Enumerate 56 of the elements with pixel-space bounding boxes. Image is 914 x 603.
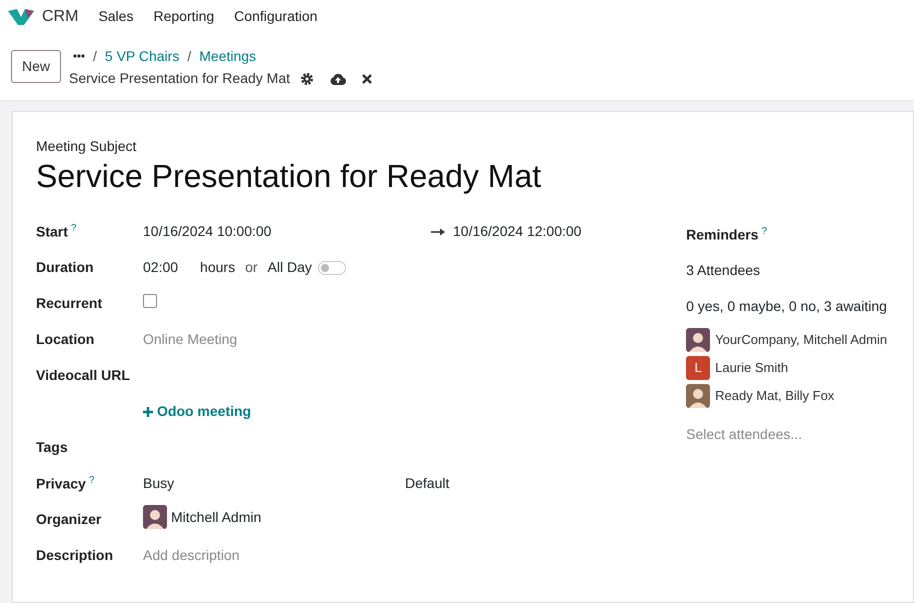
field-label: Location	[36, 331, 94, 347]
text-field[interactable]: Add description	[143, 547, 240, 563]
all-day-toggle[interactable]	[318, 260, 346, 274]
duration-field[interactable]: 02:00	[143, 257, 178, 278]
close-icon[interactable]	[362, 74, 372, 84]
attendee-field[interactable]: Select attendees...	[686, 426, 802, 442]
breadcrumb-separator: /	[187, 46, 192, 66]
field-label: Reminders	[686, 226, 758, 243]
app-name: CRM	[42, 6, 78, 26]
breadcrumb-link[interactable]: 5 VP Chairs	[104, 46, 180, 66]
attendee-name[interactable]: YourCompany, Mitchell Admin	[715, 330, 888, 350]
avatar-icon: L	[686, 356, 710, 380]
avatar-icon	[143, 505, 167, 529]
field-label: Meeting Subject	[36, 137, 138, 156]
record-title: Service Presentation for Ready Mat	[69, 69, 290, 88]
field-label: Tags	[36, 439, 68, 455]
attendance-summary: 0 yes, 0 maybe, 0 no, 3 awaiting	[686, 298, 887, 314]
field-label: Organizer	[36, 511, 102, 527]
ellipsis-icon[interactable]	[73, 54, 85, 58]
field-label: Duration	[36, 259, 94, 275]
attendee-name[interactable]: Laurie Smith	[715, 358, 788, 378]
recurrent-checkbox[interactable]	[143, 294, 157, 308]
arrow-right-icon	[431, 228, 445, 236]
avatar-icon	[686, 328, 710, 352]
menu-item[interactable]: Sales	[98, 6, 134, 27]
field-label: Privacy	[36, 476, 86, 492]
text-field[interactable]: Online Meeting	[143, 331, 238, 347]
add-meeting-link[interactable]: Odoo meeting	[143, 403, 252, 419]
subject-title: Service Presentation for Ready Mat	[36, 157, 542, 195]
privacy-field[interactable]: Busy	[143, 475, 174, 491]
toggle-label: All Day	[268, 258, 312, 277]
attendee-name[interactable]: Ready Mat, Billy Fox	[715, 386, 834, 406]
help-tooltip[interactable]: ?	[70, 223, 76, 234]
app-logo-icon[interactable]	[8, 8, 34, 24]
attendee-count: 3 Attendees	[686, 262, 760, 278]
avatar-icon	[686, 384, 710, 408]
unit-text: hours	[200, 258, 236, 277]
menu-item[interactable]: Reporting	[153, 6, 214, 27]
new-button[interactable]: New	[11, 50, 61, 83]
settings-icon[interactable]	[300, 72, 314, 86]
help-tooltip[interactable]: ?	[761, 226, 768, 237]
breadcrumb-link[interactable]: Meetings	[199, 46, 256, 66]
organizer-field[interactable]: Mitchell Admin	[171, 506, 262, 528]
field-label: Recurrent	[36, 295, 102, 311]
cloud-upload-icon[interactable]	[330, 72, 346, 84]
joiner-text: or	[245, 258, 258, 277]
start-date-field[interactable]: 10/16/2024 10:00:00	[143, 223, 272, 239]
help-tooltip[interactable]: ?	[88, 475, 94, 486]
breadcrumb-separator: /	[93, 46, 97, 66]
field-label: Videocall URL	[36, 367, 130, 383]
menu-item[interactable]: Configuration	[234, 6, 318, 27]
field-label: Description	[36, 547, 114, 563]
show-as-field[interactable]: Default	[405, 475, 450, 491]
plus-icon	[143, 407, 153, 417]
field-label: Start	[36, 224, 68, 240]
end-date-field[interactable]: 10/16/2024 12:00:00	[453, 221, 582, 242]
